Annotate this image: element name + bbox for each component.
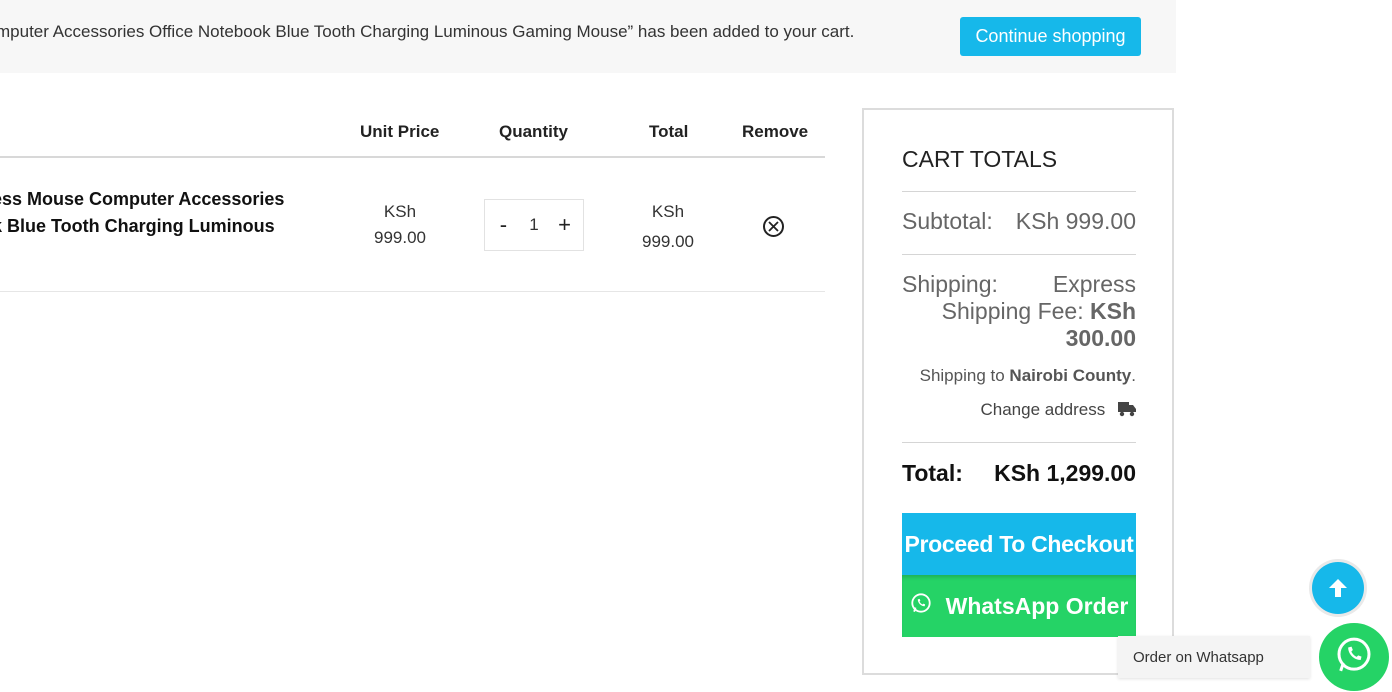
order-on-whatsapp-label[interactable]: Order on Whatsapp [1118, 636, 1310, 678]
close-circle-icon[interactable] [763, 216, 784, 237]
proceed-to-checkout-button[interactable]: Proceed To Checkout [902, 513, 1136, 575]
header-total: Total [649, 122, 689, 141]
table-row-divider [0, 291, 825, 292]
shipping-to-place: Nairobi County [1009, 366, 1132, 385]
header-unit-price: Unit Price [360, 122, 440, 141]
unit-price-cell: KSh 999.00 [368, 199, 432, 251]
header-quantity: Quantity [499, 122, 568, 141]
product-name-line: k Blue Tooth Charging Luminous [0, 216, 275, 236]
grand-total-value: KSh 1,299.00 [994, 460, 1136, 486]
line-total-currency: KSh [651, 202, 685, 221]
table-header-divider [0, 156, 825, 158]
unit-price-amount: 999.00 [374, 228, 426, 247]
line-total-cell: KSh 999.00 [636, 197, 700, 257]
cart-notice-text: mputer Accessories Office Notebook Blue … [0, 22, 855, 41]
whatsapp-icon [1334, 635, 1374, 680]
cart-notice-bar: mputer Accessories Office Notebook Blue … [0, 0, 1176, 73]
product-name-link[interactable]: ess Mouse Computer Accessories k Blue To… [0, 186, 312, 240]
quantity-stepper: - 1 + [484, 199, 584, 251]
shipping-block: Shipping: Express Shipping Fee: KSh 300.… [902, 271, 1136, 352]
quantity-increase-button[interactable]: + [554, 212, 576, 238]
shipping-fee-currency: KSh [1090, 298, 1136, 324]
continue-shopping-button[interactable]: Continue shopping [960, 17, 1141, 56]
line-total-amount: 999.00 [642, 232, 694, 251]
divider [902, 254, 1136, 255]
divider [902, 442, 1136, 443]
truck-icon [1118, 401, 1136, 417]
divider [902, 191, 1136, 192]
change-address-link[interactable]: Change address [902, 400, 1136, 420]
grand-total-label: Total: [902, 460, 963, 486]
shipping-fee-amount: 300.00 [1065, 325, 1136, 351]
cart-totals-title: CART TOTALS [902, 146, 1058, 172]
shipping-to-prefix: Shipping to [919, 366, 1005, 385]
subtotal-label: Subtotal: [902, 208, 993, 234]
whatsapp-order-label: WhatsApp Order [945, 592, 1129, 619]
product-name-line: ess Mouse Computer Accessories [0, 189, 285, 209]
subtotal-value: KSh 999.00 [1015, 208, 1136, 234]
quantity-input[interactable]: 1 [529, 215, 538, 235]
arrow-up-icon [1312, 562, 1364, 614]
whatsapp-order-button[interactable]: WhatsApp Order [902, 575, 1136, 637]
shipping-to-suffix: . [1131, 366, 1136, 385]
whatsapp-float-button[interactable] [1319, 623, 1389, 691]
whatsapp-icon [910, 592, 946, 620]
shipping-fee-label: Shipping Fee: [941, 298, 1084, 324]
header-remove: Remove [742, 122, 809, 141]
change-address-label: Change address [980, 400, 1106, 419]
shipping-destination: Shipping to Nairobi County. [902, 366, 1136, 386]
shipping-method[interactable]: Express [1053, 271, 1136, 298]
quantity-decrease-button[interactable]: - [492, 212, 514, 238]
unit-price-currency: KSh [383, 202, 417, 221]
scroll-to-top-button[interactable] [1309, 559, 1367, 617]
shipping-label: Shipping: [902, 271, 998, 297]
